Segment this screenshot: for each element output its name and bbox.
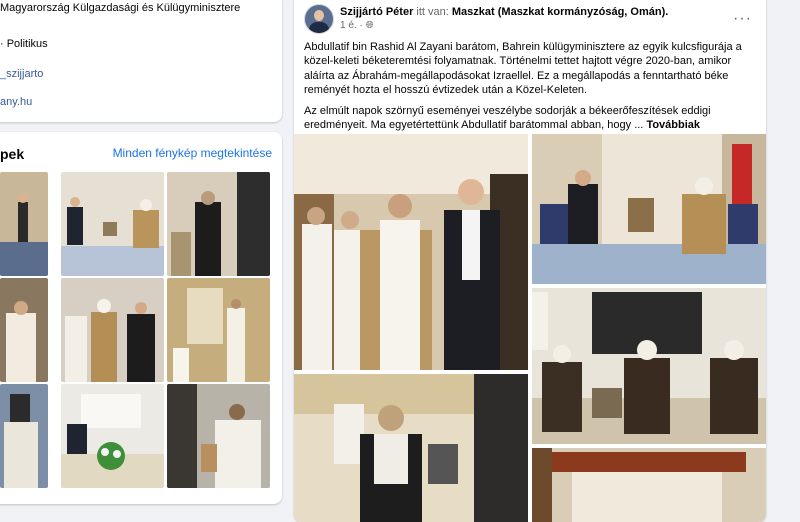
- photo-thumbnail[interactable]: [61, 278, 164, 382]
- location-link[interactable]: Maszkat (Maszkat kormányzóság, Omán).: [452, 6, 668, 18]
- globe-icon: 🌐︎: [365, 20, 374, 31]
- photo-thumbnail[interactable]: [0, 278, 48, 382]
- see-more-link[interactable]: Továbbiak: [646, 119, 700, 131]
- photos-heading: pek: [0, 146, 25, 162]
- photos-card: pek Minden fénykép megtekintése: [0, 132, 282, 504]
- intro-card: Magyarország Külgazdasági és Külügyminis…: [0, 0, 282, 122]
- author-name[interactable]: Szijjártó Péter: [340, 6, 413, 18]
- intro-category: · Politikus: [0, 38, 48, 50]
- photo-thumbnail[interactable]: [0, 384, 48, 488]
- photo-thumbnail[interactable]: [167, 384, 270, 488]
- photo-thumbnail[interactable]: [167, 172, 270, 276]
- photo-thumbnail[interactable]: [61, 384, 164, 488]
- photo-thumbnail[interactable]: [0, 172, 48, 276]
- intro-social-link[interactable]: _szijjarto: [0, 68, 43, 80]
- photo-thumbnail[interactable]: [61, 172, 164, 276]
- see-all-photos-link[interactable]: Minden fénykép megtekintése: [113, 146, 272, 160]
- photo-thumbnail[interactable]: [167, 278, 270, 382]
- post-paragraph-2: Az elmúlt napok szörnyű eseményei veszél…: [304, 104, 756, 133]
- post-photo[interactable]: [294, 374, 528, 522]
- ellipsis-icon[interactable]: ···: [733, 10, 752, 28]
- post-photo-large[interactable]: [294, 134, 528, 370]
- post-meta: 1 é. · 🌐︎: [340, 20, 374, 31]
- post-body: Abdullatif bin Rashid Al Zayani barátom,…: [304, 40, 756, 138]
- intro-job-title: Magyarország Külgazdasági és Külügyminis…: [0, 2, 241, 14]
- post-photo[interactable]: [532, 288, 766, 444]
- intro-website-link[interactable]: any.hu: [0, 96, 32, 108]
- post-photo[interactable]: [532, 448, 766, 522]
- post-time[interactable]: 1 é.: [340, 20, 357, 31]
- post-paragraph-1: Abdullatif bin Rashid Al Zayani barátom,…: [304, 41, 742, 97]
- post-card: Szijjártó Péter itt van: Maszkat (Maszka…: [294, 0, 766, 522]
- post-header: Szijjártó Péter itt van: Maszkat (Maszka…: [340, 6, 668, 18]
- post-photo[interactable]: [532, 134, 766, 284]
- at-text: itt van:: [416, 6, 449, 18]
- author-avatar[interactable]: [304, 4, 334, 34]
